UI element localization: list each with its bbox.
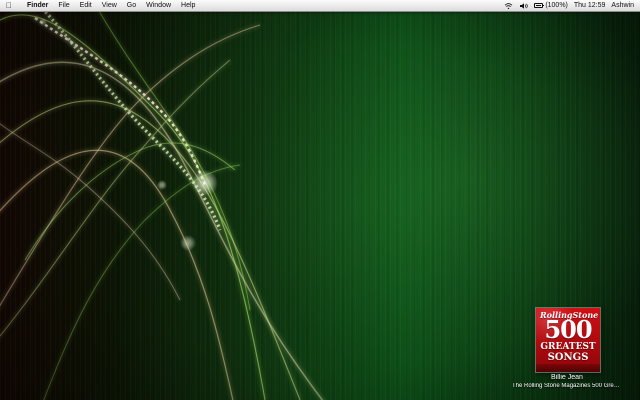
app-menu-finder[interactable]: Finder (27, 0, 48, 11)
album-title: The Rolling Stone Magazines 500 Greatest… (512, 383, 622, 389)
menu-view[interactable]: View (102, 0, 117, 11)
album-title-line-1: GREATEST (540, 342, 596, 352)
battery-status[interactable]: (100%) (534, 0, 568, 11)
album-title-line-2: SONGS (547, 352, 589, 363)
battery-icon (534, 3, 545, 8)
menu-bar:  Finder File Edit View Go Window Help (0, 0, 640, 12)
wifi-icon[interactable] (504, 1, 513, 10)
album-art-bottom-strip (536, 364, 600, 372)
menu-help[interactable]: Help (181, 0, 195, 11)
apple-icon[interactable]:  (6, 1, 14, 10)
menu-edit[interactable]: Edit (80, 0, 92, 11)
menu-file[interactable]: File (58, 0, 69, 11)
song-title: Billie Jean (551, 374, 583, 381)
menu-go[interactable]: Go (127, 0, 136, 11)
album-art[interactable]: RollingStone 500 GREATEST SONGS (536, 308, 600, 372)
battery-fill (536, 5, 542, 6)
volume-icon[interactable] (519, 1, 528, 10)
clock[interactable]: Thu 12:59 (574, 0, 606, 11)
fast-user-switching[interactable]: Ashwin (611, 0, 634, 11)
menu-bar-left:  Finder File Edit View Go Window Help (6, 0, 195, 11)
menu-bar-status: (100%) Thu 12:59 Ashwin (504, 0, 634, 11)
desktop-screen:  Finder File Edit View Go Window Help (0, 0, 640, 400)
menu-window[interactable]: Window (146, 0, 171, 11)
battery-percentage: (100%) (545, 2, 568, 9)
album-number-text: 500 (544, 315, 592, 344)
now-playing-widget[interactable]: RollingStone 500 GREATEST SONGS Billie J… (512, 308, 622, 390)
